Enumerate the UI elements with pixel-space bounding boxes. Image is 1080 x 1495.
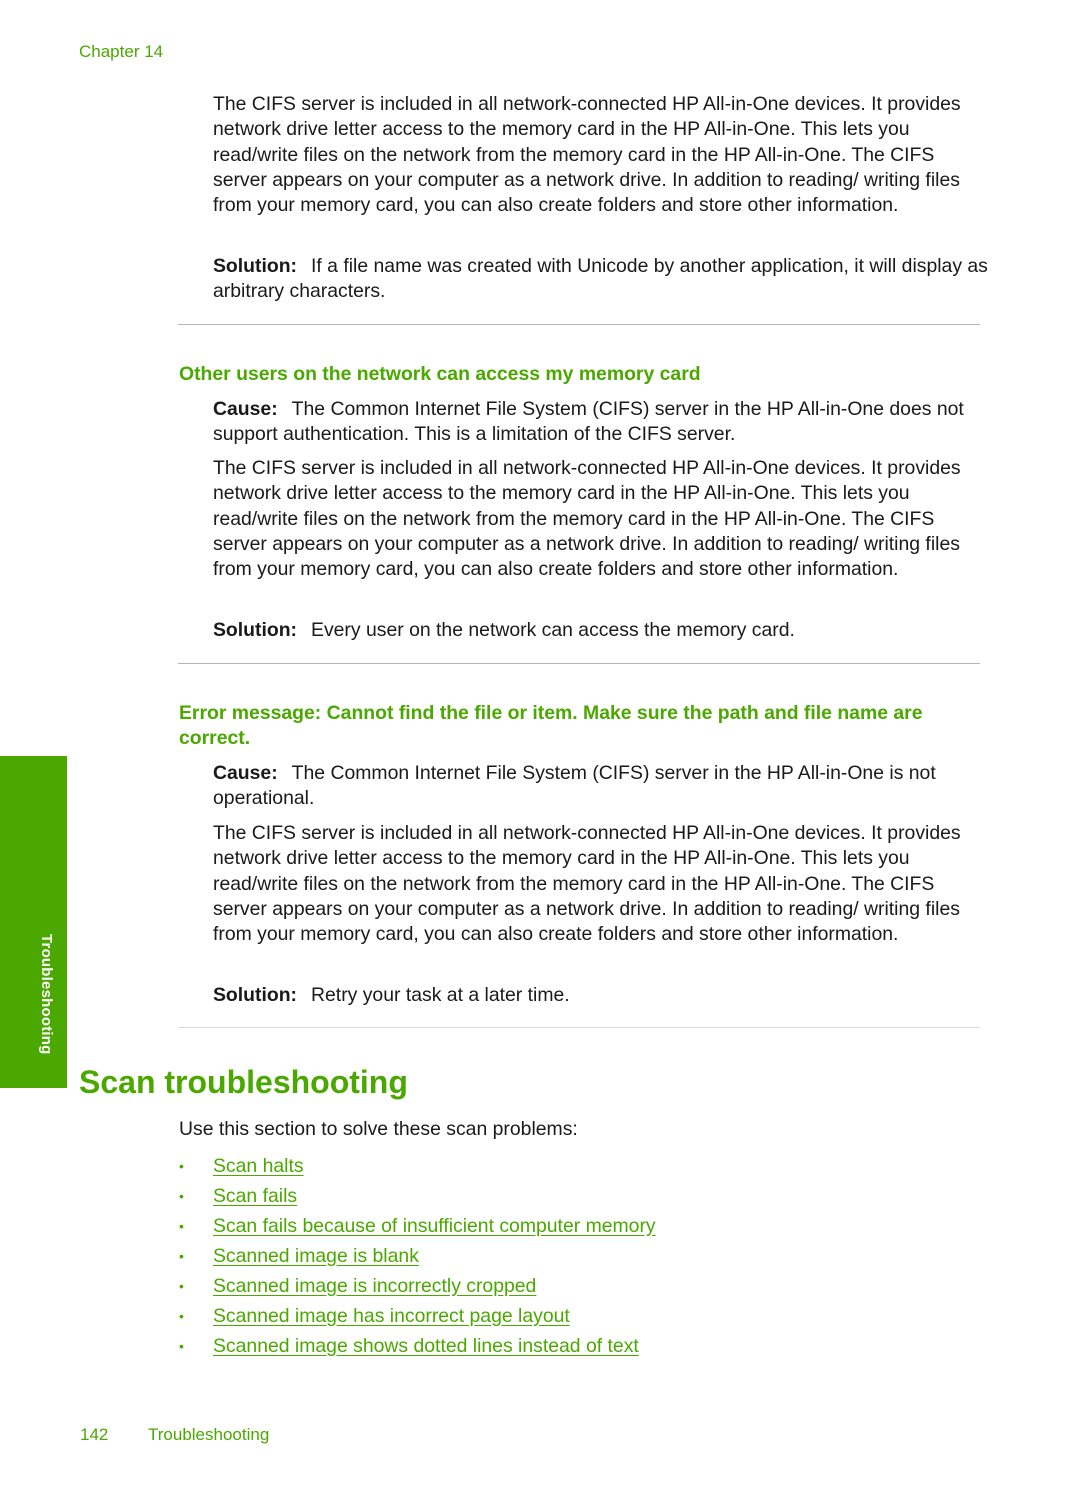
side-tab — [0, 756, 67, 1088]
section-intro: Use this section to solve these scan pro… — [179, 1118, 578, 1140]
list-item: • Scan halts — [179, 1151, 656, 1181]
link-image-cropped[interactable]: Scanned image is incorrectly cropped — [213, 1275, 536, 1298]
block3-solution: Solution: Retry your task at a later time… — [213, 983, 988, 1008]
side-tab-label: Troubleshooting — [38, 934, 55, 1055]
bullet-icon: • — [179, 1338, 184, 1354]
list-item: • Scan fails because of insufficient com… — [179, 1211, 656, 1241]
bullet-icon: • — [179, 1278, 184, 1294]
cause-text: The Common Internet File System (CIFS) s… — [213, 762, 936, 810]
solution-text: Every user on the network can access the… — [311, 619, 795, 641]
list-item: • Scanned image shows dotted lines inste… — [179, 1331, 656, 1361]
link-page-layout[interactable]: Scanned image has incorrect page layout — [213, 1305, 570, 1328]
bullet-icon: • — [179, 1248, 184, 1264]
divider — [178, 663, 980, 664]
block2-cause: Cause: The Common Internet File System (C… — [213, 397, 988, 448]
link-scan-fails[interactable]: Scan fails — [213, 1185, 297, 1208]
page-number: 142 — [80, 1425, 109, 1444]
link-scan-halts[interactable]: Scan halts — [213, 1155, 304, 1178]
bullet-icon: • — [179, 1188, 184, 1204]
divider — [178, 1027, 980, 1028]
block2-solution: Solution: Every user on the network can a… — [213, 618, 988, 643]
block3-heading: Error message: Cannot find the file or i… — [179, 702, 923, 750]
bullet-icon: • — [179, 1218, 184, 1234]
cause-label: Cause: — [213, 762, 278, 784]
cause-label: Cause: — [213, 398, 278, 420]
block2-paragraph: The CIFS server is included in all netwo… — [213, 457, 961, 581]
scan-problem-list: • Scan halts • Scan fails • Scan fails b… — [179, 1151, 656, 1361]
solution-label: Solution: — [213, 255, 298, 277]
list-item: • Scanned image is blank — [179, 1241, 656, 1271]
block1-paragraph: The CIFS server is included in all netwo… — [213, 93, 961, 217]
link-scan-fails-memory[interactable]: Scan fails because of insufficient compu… — [213, 1215, 656, 1238]
link-dotted-lines[interactable]: Scanned image shows dotted lines instead… — [213, 1335, 639, 1358]
chapter-label: Chapter 14 — [79, 42, 164, 61]
solution-text: If a file name was created with Unicode … — [213, 255, 988, 303]
cause-text: The Common Internet File System (CIFS) s… — [213, 398, 964, 446]
list-item: • Scanned image has incorrect page layou… — [179, 1301, 656, 1331]
block3-paragraph: The CIFS server is included in all netwo… — [213, 822, 961, 946]
section-title: Scan troubleshooting — [79, 1064, 408, 1100]
divider — [178, 324, 980, 325]
block1-solution: Solution: If a file name was created with… — [213, 254, 988, 305]
solution-label: Solution: — [213, 984, 298, 1006]
link-image-blank[interactable]: Scanned image is blank — [213, 1245, 419, 1268]
bullet-icon: • — [179, 1158, 184, 1174]
solution-text: Retry your task at a later time. — [311, 984, 570, 1006]
list-item: • Scanned image is incorrectly cropped — [179, 1271, 656, 1301]
list-item: • Scan fails — [179, 1181, 656, 1211]
solution-label: Solution: — [213, 619, 298, 641]
footer-section-name: Troubleshooting — [148, 1425, 270, 1444]
block2-heading: Other users on the network can access my… — [179, 363, 701, 385]
bullet-icon: • — [179, 1308, 184, 1324]
block3-cause: Cause: The Common Internet File System (C… — [213, 761, 988, 812]
